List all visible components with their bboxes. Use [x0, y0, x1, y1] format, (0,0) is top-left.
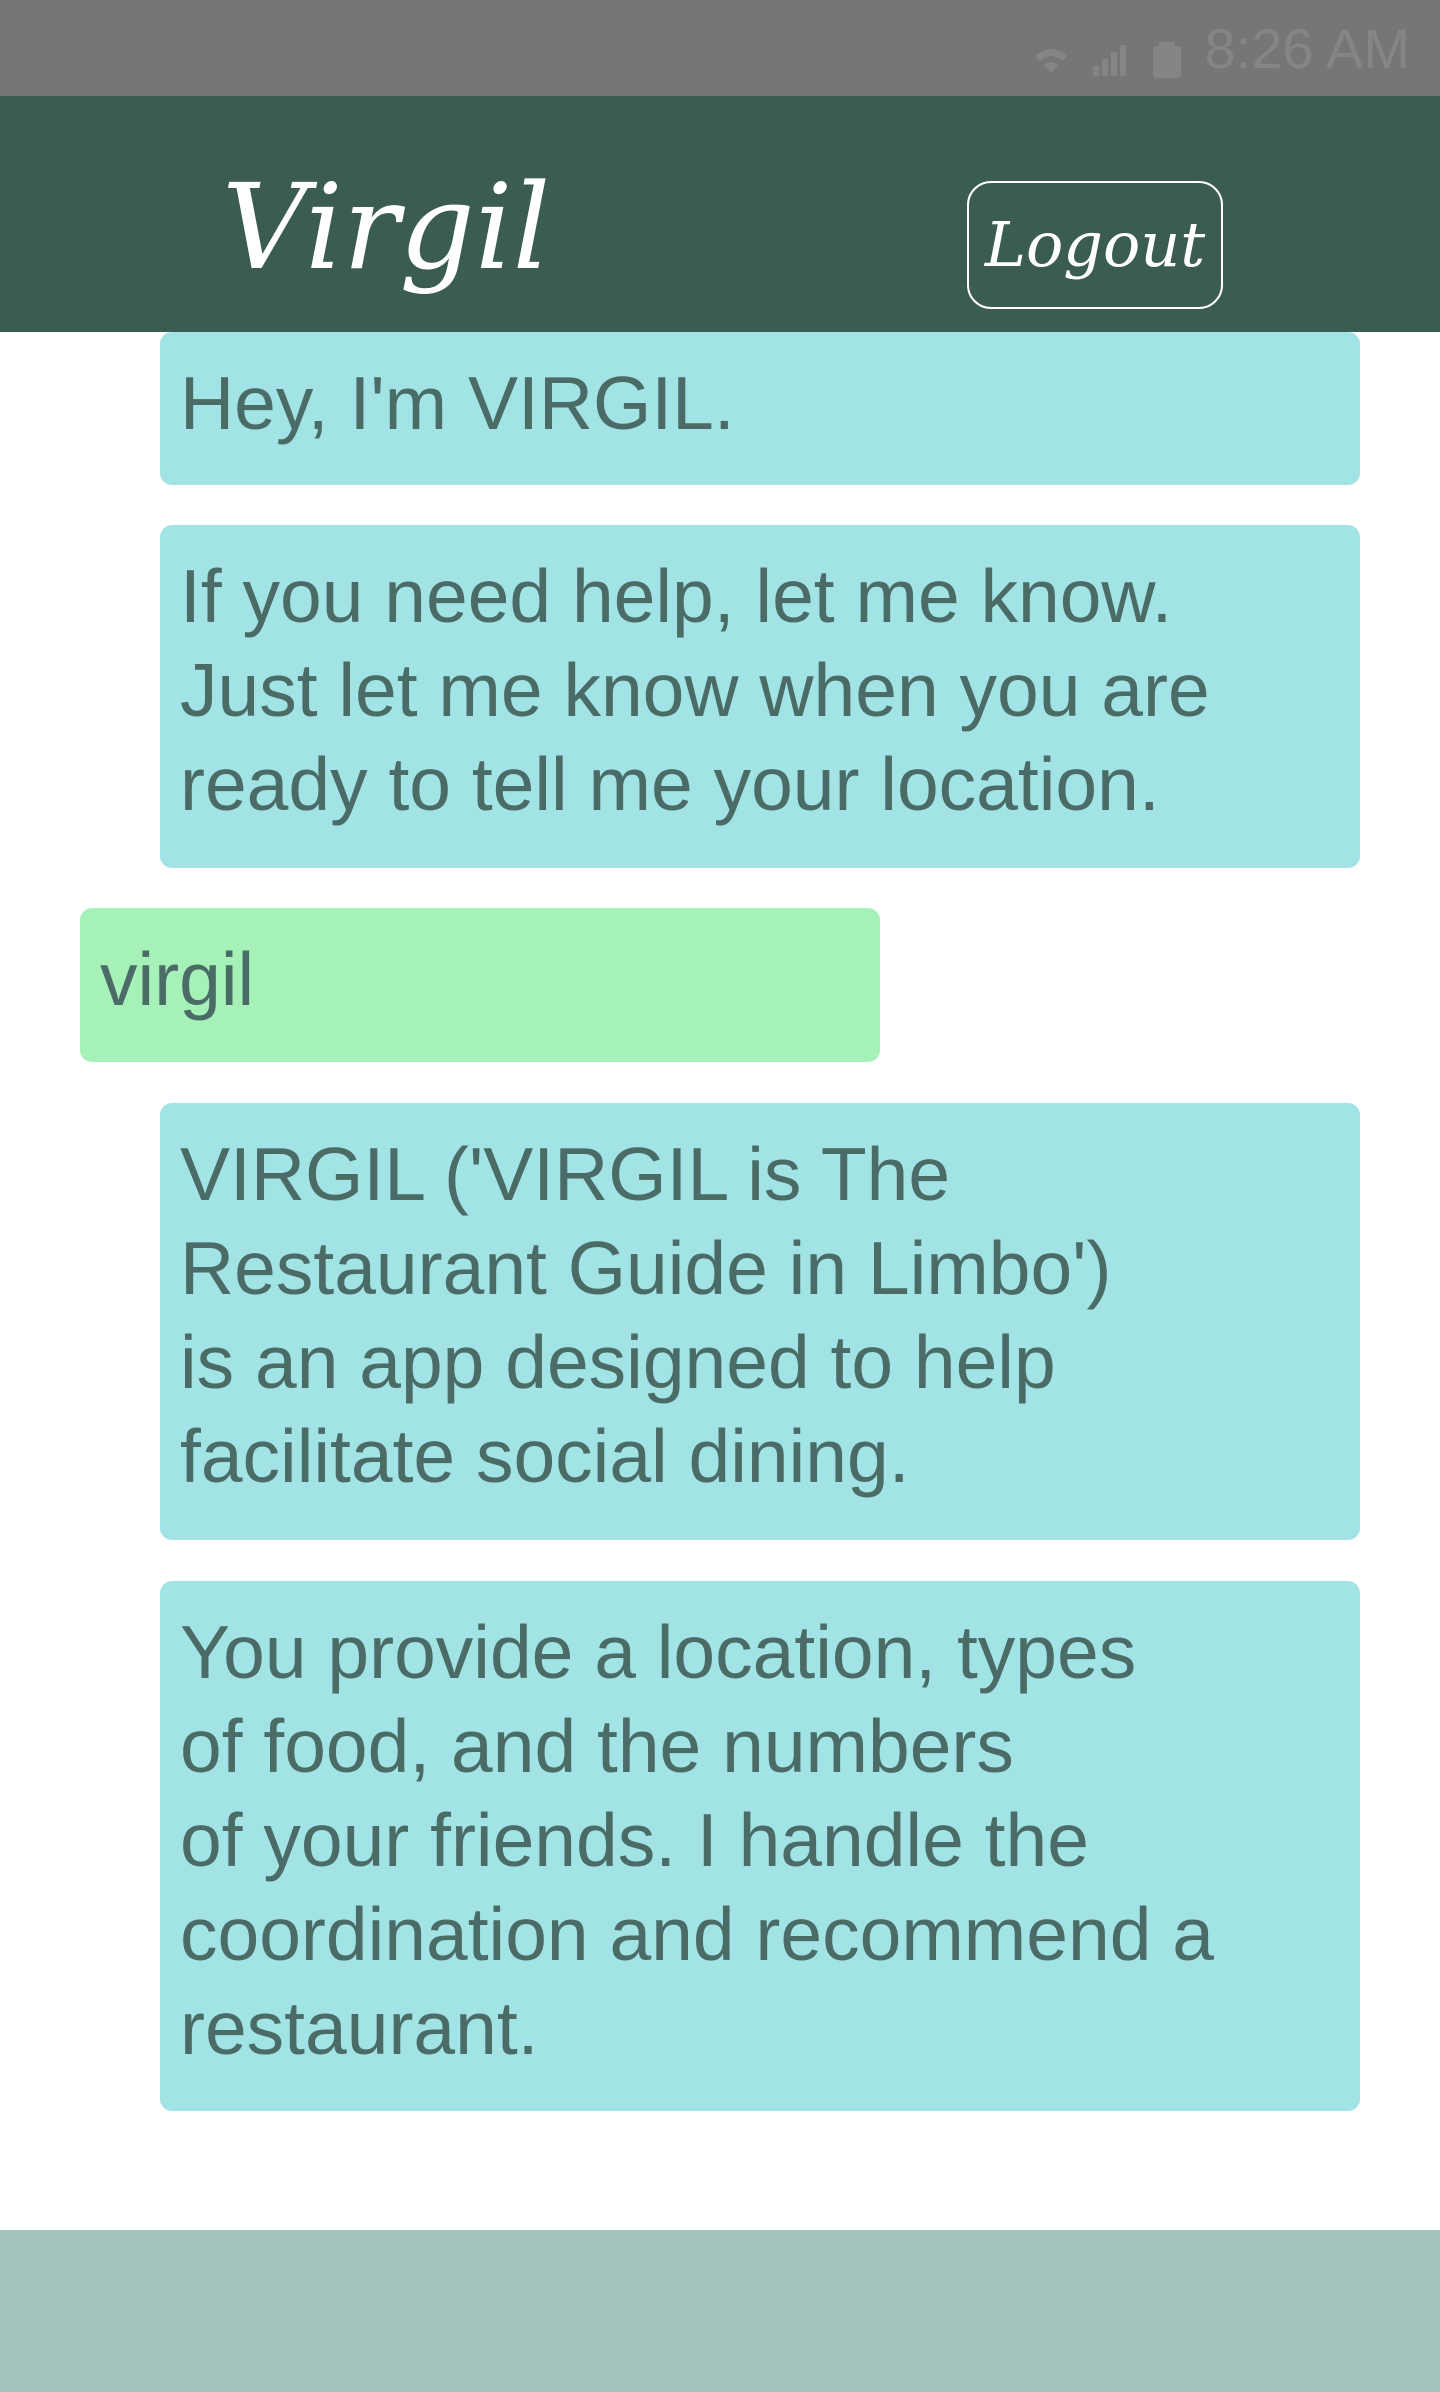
message-line: Hey, I'm VIRGIL. — [180, 361, 735, 445]
message-input-bar[interactable] — [0, 2230, 1440, 2392]
message-line: If you need help, let me know. — [180, 554, 1173, 638]
bot-message: If you need help, let me know. Just let … — [160, 525, 1360, 868]
app-header: Virgil Logout — [0, 96, 1440, 332]
message-line: facilitate social dining. — [180, 1414, 910, 1498]
message-line: of food, and the numbers — [180, 1704, 1014, 1788]
message-line: Just let me know when you are — [180, 648, 1210, 732]
message-line: restaurant. — [180, 1986, 539, 2070]
bot-message: You provide a location, types of food, a… — [160, 1581, 1360, 2111]
chat-log[interactable]: Hey, I'm VIRGIL. If you need help, let m… — [0, 332, 1440, 2230]
message-line: Restaurant Guide in Limbo') — [180, 1226, 1112, 1310]
bot-message: VIRGIL ('VIRGIL is The Restaurant Guide … — [160, 1103, 1360, 1540]
status-indicators: 8:26 AM — [1031, 16, 1410, 80]
message-line: is an app designed to help — [180, 1320, 1056, 1404]
wifi-icon — [1031, 28, 1071, 73]
battery-icon — [1147, 28, 1187, 78]
status-time: 8:26 AM — [1204, 16, 1410, 80]
signal-icon — [1089, 28, 1129, 76]
logout-button[interactable]: Logout — [967, 181, 1223, 309]
message-line: virgil — [100, 937, 255, 1021]
bot-message: Hey, I'm VIRGIL. — [160, 332, 1360, 485]
message-line: coordination and recommend a — [180, 1892, 1214, 1976]
message-line: VIRGIL ('VIRGIL is The — [180, 1132, 951, 1216]
message-line: You provide a location, types — [180, 1610, 1137, 1694]
message-line: ready to tell me your location. — [180, 742, 1160, 826]
message-line: of your friends. I handle the — [180, 1798, 1089, 1882]
app-title: Virgil — [222, 158, 551, 296]
status-bar: 8:26 AM — [0, 0, 1440, 96]
user-message: virgil — [80, 908, 880, 1062]
